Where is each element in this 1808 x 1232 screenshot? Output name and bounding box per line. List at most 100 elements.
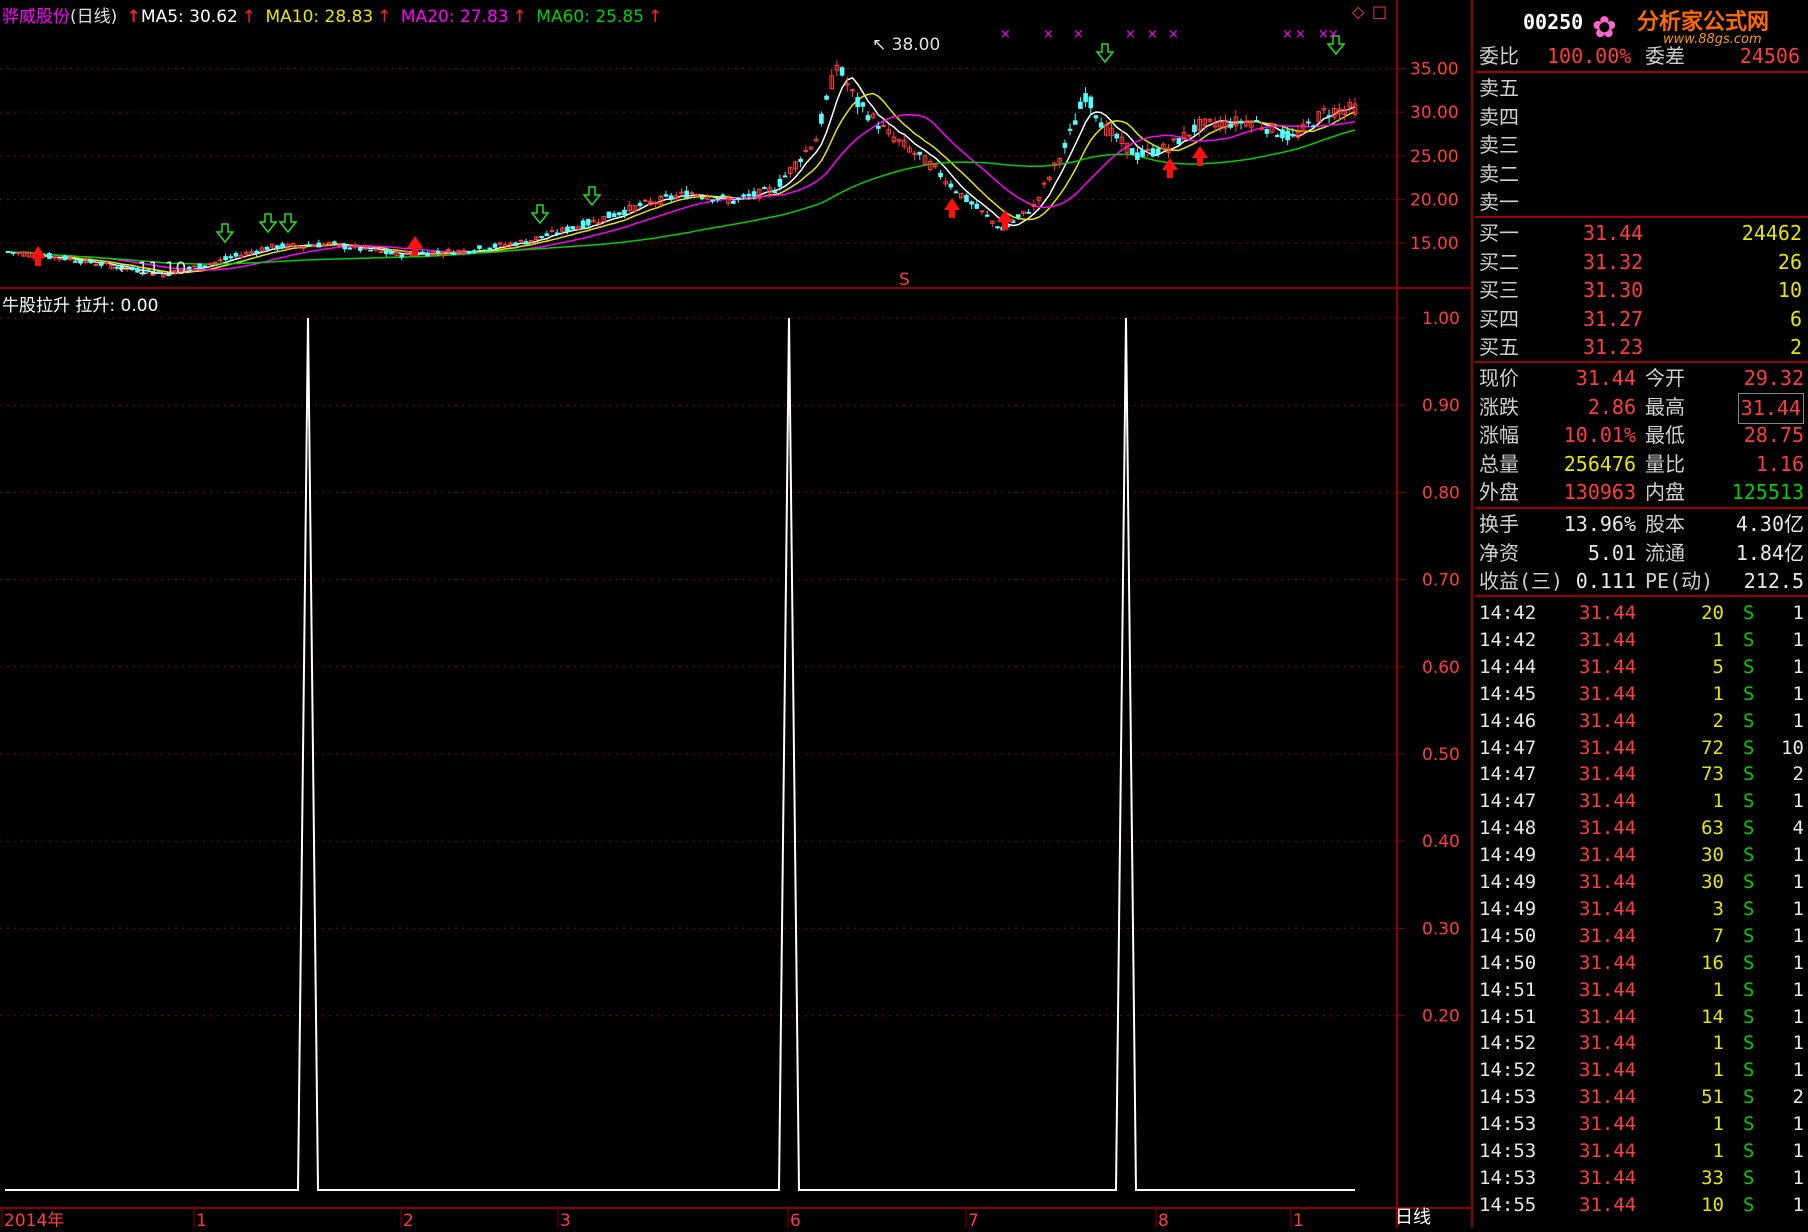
- tick-time: 14:49: [1479, 871, 1537, 893]
- candle-body: [233, 252, 239, 257]
- candle-body: [88, 259, 94, 264]
- candle-body: [611, 213, 617, 217]
- candle-body: [1041, 182, 1047, 185]
- candle-body: [57, 257, 63, 260]
- quote-label: 总量: [1479, 451, 1519, 476]
- weibi-value: 100.00%: [1547, 44, 1632, 68]
- tick-price: 31.44: [1579, 897, 1637, 920]
- candle-body: [223, 256, 228, 261]
- tick-row: 14:49 31.44 30 S 1: [1475, 869, 1808, 896]
- candle-body: [1155, 148, 1161, 155]
- tick-time: 14:52: [1479, 1032, 1537, 1055]
- tick-volume: 30: [1701, 871, 1724, 893]
- buy-level-label: 买五: [1479, 335, 1519, 360]
- candle-body: [1067, 128, 1073, 131]
- tick-count: 1: [1792, 924, 1804, 947]
- date-axis-label: 1: [196, 1211, 207, 1228]
- tick-side: S: [1743, 682, 1755, 705]
- quote-row: 涨跌 2.86 最高 31.44: [1475, 392, 1808, 424]
- candle-body: [10, 251, 16, 254]
- window-toggle-icon[interactable]: □: [1372, 2, 1387, 21]
- tick-time: 14:50: [1479, 924, 1537, 947]
- candle-body: [1026, 211, 1031, 214]
- quote-label: 量比: [1645, 451, 1685, 476]
- candle-body: [342, 244, 348, 250]
- tick-side: S: [1743, 978, 1755, 1001]
- candle-body: [306, 244, 311, 247]
- tick-time: 14:53: [1479, 1086, 1537, 1109]
- candle-body: [1062, 142, 1068, 148]
- candle-body: [1285, 130, 1290, 141]
- buy-level-row: 买三 31.30 10: [1475, 276, 1808, 305]
- tick-count: 1: [1792, 628, 1804, 651]
- tick-time: 14:55: [1479, 1193, 1537, 1216]
- ma5-line: [7, 77, 1356, 275]
- candle-body: [637, 202, 643, 207]
- candle-body: [746, 193, 752, 197]
- candle-body: [1238, 120, 1244, 124]
- tick-price: 31.44: [1579, 602, 1637, 624]
- tick-row: 14:44 31.44 5 S 1: [1475, 654, 1808, 681]
- tick-volume: 1: [1712, 1059, 1724, 1082]
- sell-level-row: 卖一: [1475, 188, 1808, 217]
- candle-body: [399, 254, 405, 258]
- tick-volume: 1: [1712, 790, 1724, 813]
- chart-area[interactable]: × × × × × × × × × × ↖ 38.00 ← 11.10 S 35.00 30.00 25.0…: [0, 0, 1475, 1231]
- buy-level-volume: 26: [1777, 249, 1802, 274]
- candle-body: [98, 262, 104, 266]
- tick-time: 14:44: [1479, 655, 1537, 678]
- kline-chart[interactable]: × × × × × × × × × ×↖ 38.00← 11.10S 35.0030.0025.0…: [0, 0, 1475, 1231]
- signal-x-marker: ×: [1295, 27, 1306, 42]
- fund-label: 收益(三): [1479, 569, 1564, 594]
- period-tab[interactable]: 日线: [1395, 1203, 1431, 1229]
- tick-row: 14:49 31.44 3 S 1: [1475, 896, 1808, 923]
- buy-level-volume: 2: [1789, 335, 1802, 360]
- candle-body: [984, 214, 990, 217]
- candle-body: [347, 247, 353, 250]
- fund-label: 股本: [1645, 512, 1685, 536]
- candle-body: [1280, 129, 1285, 139]
- tick-count: 1: [1792, 709, 1804, 732]
- candle-body: [1135, 152, 1140, 160]
- tick-time: 14:50: [1479, 951, 1537, 974]
- candle-body: [518, 239, 524, 242]
- price-axis-label: 15.00: [1410, 234, 1459, 254]
- indicator-name[interactable]: 牛股拉升: [2, 296, 70, 316]
- tick-price: 31.44: [1579, 1086, 1637, 1109]
- tick-time: 14:53: [1479, 1166, 1537, 1189]
- candle-body: [570, 226, 576, 230]
- candle-body: [596, 221, 601, 224]
- price-axis-label: 35.00: [1410, 60, 1459, 80]
- fund-value: 1.84亿: [1735, 540, 1804, 565]
- sell-arrow-icon: [258, 213, 278, 234]
- candle-body: [554, 232, 560, 235]
- stock-code: 00250: [1523, 10, 1584, 34]
- indicator-axis-label: 0.40: [1422, 832, 1460, 852]
- stock-name[interactable]: 骅威股份: [2, 7, 70, 27]
- ma60-label: MA60: 25.85: [536, 7, 645, 27]
- buy-level-label: 买二: [1479, 249, 1519, 274]
- candle-body: [663, 194, 669, 197]
- tick-count: 1: [1792, 844, 1804, 867]
- tick-time: 14:47: [1479, 790, 1537, 813]
- candle-body: [492, 243, 498, 248]
- indicator-axis-label: 1.00: [1422, 309, 1460, 329]
- buy-level-price: 31.27: [1583, 306, 1644, 331]
- candle-body: [539, 235, 544, 238]
- buy-level-price: 31.32: [1583, 249, 1644, 274]
- date-axis-label: 6: [790, 1211, 801, 1228]
- tick-price: 31.44: [1579, 763, 1637, 786]
- candle-body: [948, 183, 954, 188]
- price-axis-label: 30.00: [1410, 103, 1459, 123]
- quote-value: 125513: [1731, 480, 1804, 505]
- tick-side: S: [1743, 1113, 1755, 1136]
- candle-body: [1088, 96, 1094, 109]
- diamond-icon[interactable]: ◇: [1352, 2, 1364, 21]
- tick-count: 1: [1792, 655, 1804, 678]
- candle-body: [585, 219, 591, 226]
- candle-body: [249, 251, 254, 254]
- tick-time: 14:42: [1479, 602, 1537, 624]
- quote-value: 31.44: [1737, 392, 1804, 424]
- tick-row: 14:55 31.44 10 S 1: [1475, 1192, 1808, 1219]
- fund-value: 212.5: [1743, 569, 1804, 594]
